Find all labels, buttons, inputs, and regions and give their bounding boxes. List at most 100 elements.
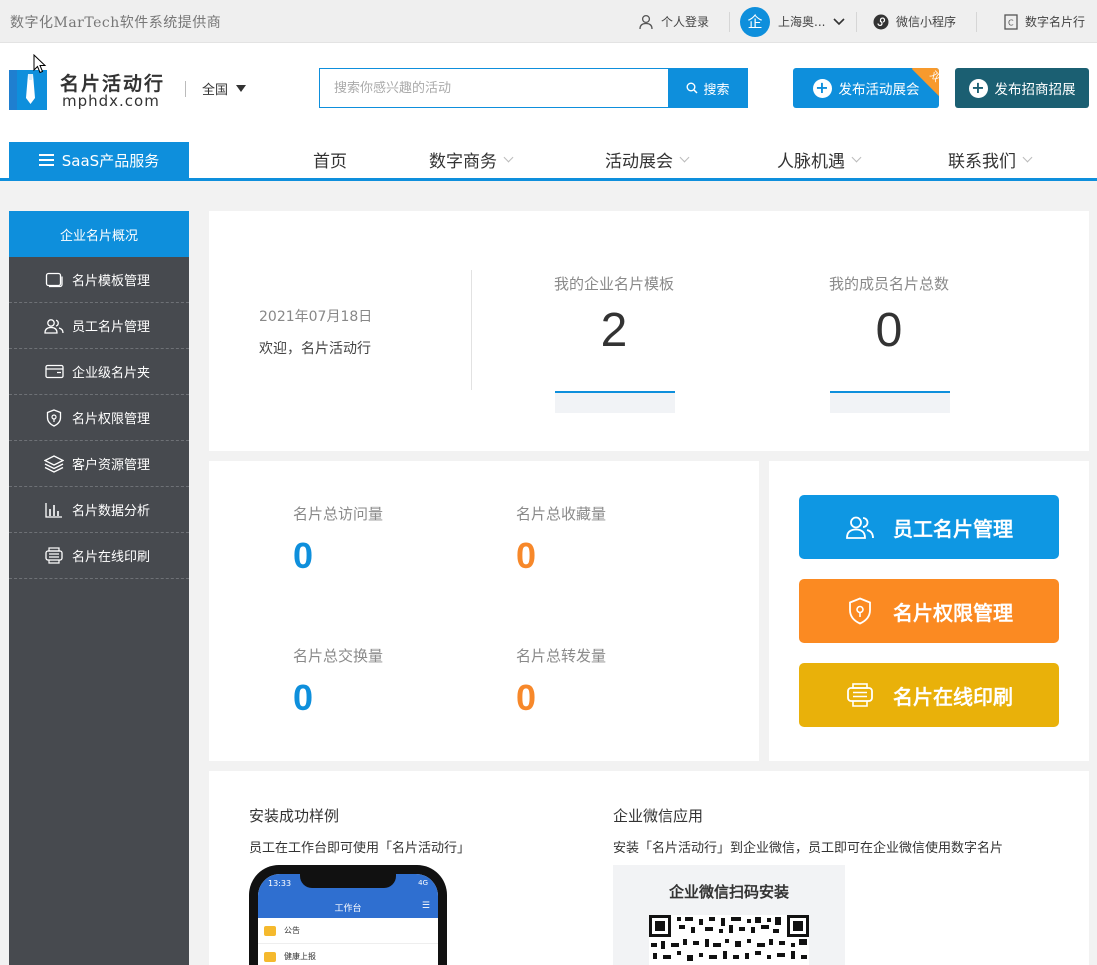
top-strip: 数字化MarTech软件系统提供商 个人登录 企 上海奥... 微信小程序 C … xyxy=(0,0,1097,43)
favorites-label: 名片总收藏量 xyxy=(516,505,607,523)
sidebar-item-crm[interactable]: 客户资源管理 xyxy=(9,441,189,487)
nav-home[interactable]: 首页 xyxy=(313,147,347,172)
welcome-text: 欢迎，名片活动行 xyxy=(259,341,371,357)
svg-text:C: C xyxy=(1008,18,1014,27)
nav-networking[interactable]: 人脉机遇 xyxy=(777,147,862,172)
logo-icon[interactable] xyxy=(9,68,49,112)
phone-list-item: 健康上报 xyxy=(258,944,438,965)
shield-icon xyxy=(43,407,65,429)
search-button-label: 搜索 xyxy=(703,82,730,98)
member-count-value[interactable]: 0 xyxy=(789,303,989,358)
users-icon xyxy=(43,315,65,337)
template-icon xyxy=(43,269,65,291)
phone-list-item: 公告 xyxy=(258,918,438,944)
health-report-icon xyxy=(264,951,276,962)
template-count-label: 我的企业名片模板 xyxy=(553,275,674,293)
publish-activity-label: 发布活动展会 xyxy=(838,82,920,98)
digital-card-link[interactable]: C 数字名片行 xyxy=(1004,0,1085,43)
install-panel: 安装成功样例 员工在工作台即可使用「名片活动行」 13:33 4G 工作台 ☰ … xyxy=(209,771,1089,965)
sidebar-item-label: 名片模板管理 xyxy=(72,274,151,289)
shares-value: 0 xyxy=(516,677,537,718)
layers-icon xyxy=(43,453,65,475)
nav-digital-business[interactable]: 数字商务 xyxy=(429,147,514,172)
digital-card-label: 数字名片行 xyxy=(1025,15,1086,29)
chevron-down-icon xyxy=(679,152,690,162)
sidebar-item-label: 企业级名片夹 xyxy=(72,366,151,381)
chevron-down-icon xyxy=(833,15,846,29)
template-count-value[interactable]: 2 xyxy=(514,303,714,358)
region-label: 全国 xyxy=(202,83,229,98)
filter-icon: ☰ xyxy=(421,901,430,911)
template-count-bar xyxy=(555,391,675,413)
divider xyxy=(185,81,186,97)
publish-activity-button[interactable]: + 发布活动展会 双 xyxy=(793,68,939,108)
shares-label: 名片总转发量 xyxy=(516,647,607,665)
caret-down-icon xyxy=(236,85,247,92)
company-avatar: 企 xyxy=(740,6,770,37)
online-printing-button[interactable]: 名片在线印刷 xyxy=(799,663,1059,727)
bar-chart-icon xyxy=(43,499,65,521)
phone-header: 13:33 4G 工作台 ☰ xyxy=(258,874,438,918)
mini-program-icon xyxy=(873,14,889,30)
nav-contact[interactable]: 联系我们 xyxy=(948,147,1033,172)
site-slogan: 数字化MarTech软件系统提供商 xyxy=(10,15,222,31)
phone-screen: 13:33 4G 工作台 ☰ 公告 健康上报 xyxy=(258,874,438,965)
example-description: 员工在工作台即可使用「名片活动行」 xyxy=(249,841,471,856)
sidebar-item-templates[interactable]: 名片模板管理 xyxy=(9,257,189,303)
nav-home-label: 首页 xyxy=(313,152,347,172)
mini-program-link[interactable]: 微信小程序 xyxy=(873,0,956,43)
card-permissions-button[interactable]: 名片权限管理 xyxy=(799,579,1059,643)
mini-program-label: 微信小程序 xyxy=(896,15,957,29)
chevron-down-icon xyxy=(1022,152,1033,162)
divider xyxy=(856,12,857,32)
visits-label: 名片总访问量 xyxy=(293,505,384,523)
sidebar-item-employees[interactable]: 员工名片管理 xyxy=(9,303,189,349)
chevron-down-icon xyxy=(503,152,514,162)
phone-signal: 4G xyxy=(418,879,428,887)
phone-title: 工作台 xyxy=(334,904,362,914)
phone-list-label: 健康上报 xyxy=(284,952,316,961)
plus-icon: + xyxy=(968,78,988,98)
menu-icon xyxy=(38,154,54,166)
sidebar-item-overview[interactable]: 企业名片概况 xyxy=(9,211,189,257)
card-permissions-label: 名片权限管理 xyxy=(893,600,1013,625)
user-icon xyxy=(638,14,654,30)
member-count-bar xyxy=(830,391,950,413)
company-account-menu[interactable]: 企 上海奥... xyxy=(740,0,846,43)
overview-panel: 2021年07月18日 欢迎，名片活动行 我的企业名片模板 2 我的成员名片总数… xyxy=(209,211,1089,451)
nav-contact-label: 联系我们 xyxy=(948,152,1016,172)
phone-time: 13:33 xyxy=(268,879,292,888)
qr-code[interactable] xyxy=(649,915,809,965)
sidebar-item-label: 客户资源管理 xyxy=(72,458,151,473)
sidebar-item-printing[interactable]: 名片在线印刷 xyxy=(9,533,189,579)
divider xyxy=(729,12,730,32)
sidebar-item-label: 名片在线印刷 xyxy=(72,550,151,565)
phone-mockup: 13:33 4G 工作台 ☰ 公告 健康上报 xyxy=(249,865,447,965)
region-selector[interactable]: 全国 xyxy=(202,79,247,98)
exchanges-label: 名片总交换量 xyxy=(293,647,384,665)
search-input[interactable] xyxy=(319,68,669,108)
personal-login-link[interactable]: 个人登录 xyxy=(638,0,709,43)
employee-cards-button[interactable]: 员工名片管理 xyxy=(799,495,1059,559)
logo-domain[interactable]: mphdx.com xyxy=(62,92,160,110)
publish-investment-button[interactable]: + 发布招商招展 xyxy=(955,68,1089,108)
sidebar-item-permissions[interactable]: 名片权限管理 xyxy=(9,395,189,441)
exchanges-value: 0 xyxy=(293,677,314,718)
wallet-icon xyxy=(43,361,65,383)
publish-investment-label: 发布招商招展 xyxy=(994,82,1076,98)
sidebar-item-card-holder[interactable]: 企业级名片夹 xyxy=(9,349,189,395)
phone-list-label: 公告 xyxy=(284,926,300,935)
chevron-down-icon xyxy=(851,152,862,162)
main-nav: SaaS产品服务 首页 数字商务 活动展会 人脉机遇 联系我们 xyxy=(0,135,1097,181)
announcement-icon xyxy=(264,925,276,936)
saas-services-tab[interactable]: SaaS产品服务 xyxy=(9,142,189,178)
mouse-cursor-icon xyxy=(33,54,47,74)
search-button[interactable]: 搜索 xyxy=(668,68,748,108)
kpi-panel: 名片总访问量 0 名片总收藏量 0 名片总交换量 0 名片总转发量 0 xyxy=(209,461,759,761)
quick-actions-panel: 员工名片管理 名片权限管理 名片在线印刷 xyxy=(769,461,1089,761)
nav-events[interactable]: 活动展会 xyxy=(605,147,690,172)
divider xyxy=(471,270,472,390)
favorites-value: 0 xyxy=(516,535,537,576)
sidebar-item-analytics[interactable]: 名片数据分析 xyxy=(9,487,189,533)
saas-tab-label: SaaS产品服务 xyxy=(61,151,160,170)
